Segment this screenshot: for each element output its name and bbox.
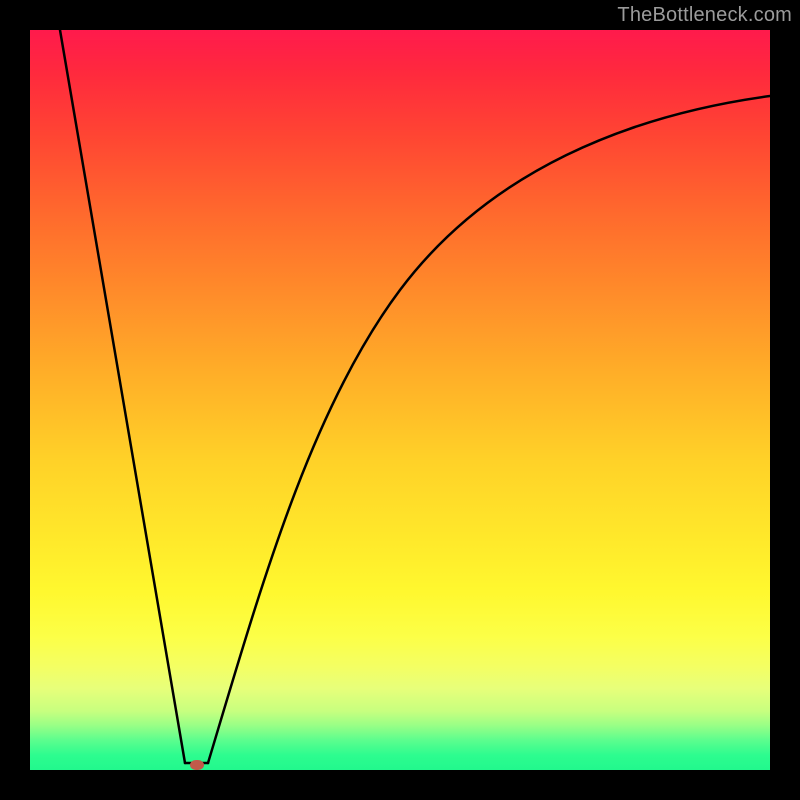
optimal-point-marker: [190, 760, 204, 770]
chart-frame: TheBottleneck.com: [0, 0, 800, 800]
curve-right-segment: [208, 96, 770, 763]
curve-left-segment: [60, 30, 185, 763]
bottleneck-curve: [30, 30, 770, 770]
plot-area: [30, 30, 770, 770]
watermark-text: TheBottleneck.com: [617, 4, 792, 27]
